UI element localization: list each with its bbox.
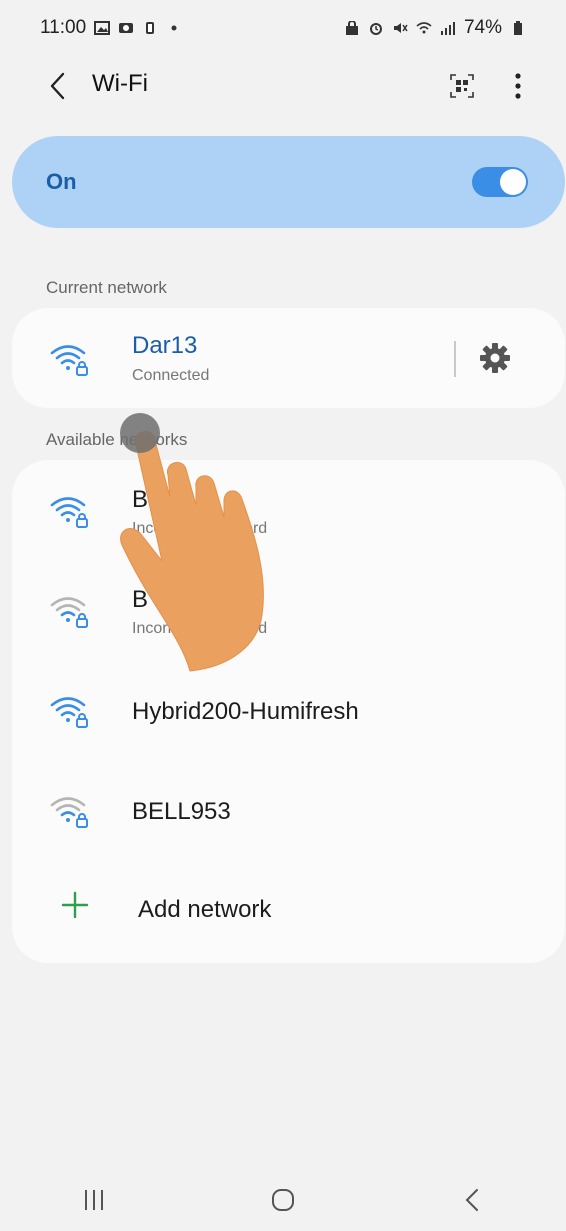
home-button[interactable] [253, 1180, 313, 1220]
current-network-name: Dar13 [132, 332, 198, 359]
network-status: Incorrect password [132, 520, 268, 537]
current-network-row[interactable]: Dar13 Connected [12, 308, 565, 408]
switch-knob [500, 169, 526, 195]
dot-notification-icon [171, 25, 177, 31]
add-network-row[interactable]: Add network [12, 860, 565, 960]
qr-code-icon [450, 74, 474, 98]
qr-code-button[interactable] [444, 68, 480, 104]
status-bar-right: 74% [344, 17, 526, 39]
network-row[interactable]: Hybrid200-Humifresh [12, 660, 565, 760]
current-network-status: Connected [132, 367, 210, 384]
more-vert-icon [515, 73, 521, 99]
system-nav-bar [0, 1168, 566, 1231]
back-chevron-icon [50, 72, 65, 100]
network-name: BELL953 [132, 798, 231, 825]
network-status: Incorrect password [132, 620, 268, 637]
app-header: Wi-Fi [0, 56, 566, 116]
network-row[interactable]: BELL953 [12, 760, 565, 860]
network-name: B [132, 586, 149, 613]
nav-back-button[interactable] [442, 1180, 502, 1220]
add-network-label: Add network [138, 896, 272, 923]
wifi-switch[interactable] [472, 167, 528, 197]
battery-icon [514, 21, 522, 35]
back-button[interactable] [40, 68, 76, 104]
wifi-status-icon [416, 22, 432, 34]
wifi-locked-icon [50, 345, 88, 376]
plus-icon [61, 891, 89, 919]
wifi-toggle-label: On [46, 169, 77, 194]
wifi-locked-icon [50, 497, 88, 528]
status-time: 11:00 [40, 17, 87, 38]
recents-button[interactable] [64, 1180, 124, 1220]
current-network-card: Dar13 Connected [12, 308, 565, 408]
signal-status-icon [440, 22, 455, 35]
more-options-button[interactable] [500, 68, 536, 104]
gear-icon[interactable] [478, 341, 512, 375]
network-row[interactable]: B Incorrect password [12, 560, 565, 660]
status-bar: 11:00 74% [0, 0, 566, 56]
status-bar-left: 11:00 [40, 17, 182, 39]
page-title: Wi-Fi [92, 70, 148, 97]
available-networks-label: Available networks [46, 430, 188, 449]
row-divider [454, 341, 456, 377]
battery-percent: 74% [463, 17, 502, 38]
current-network-label: Current network [46, 278, 167, 297]
gallery-notification-icon [94, 21, 111, 35]
available-networks-card: B Incorrect password B Incorrect passwor… [12, 460, 565, 963]
mute-status-icon [393, 23, 408, 33]
network-row[interactable]: B Incorrect password [12, 460, 565, 560]
wifi-toggle-card[interactable]: On [12, 136, 565, 228]
alarm-status-icon [369, 23, 382, 35]
network-name: Hybrid200-Humifresh [132, 698, 359, 725]
network-name: B [132, 486, 149, 513]
home-icon [271, 1188, 294, 1211]
wifi-locked-icon [50, 697, 88, 728]
back-icon [465, 1188, 478, 1211]
wifi-locked-weak-icon [50, 597, 88, 628]
wifi-locked-weak-icon [50, 797, 88, 828]
recents-icon [85, 1189, 104, 1210]
app-notification-icon [146, 22, 155, 34]
photo-notification-icon [119, 23, 134, 33]
lock-status-icon [345, 21, 358, 35]
